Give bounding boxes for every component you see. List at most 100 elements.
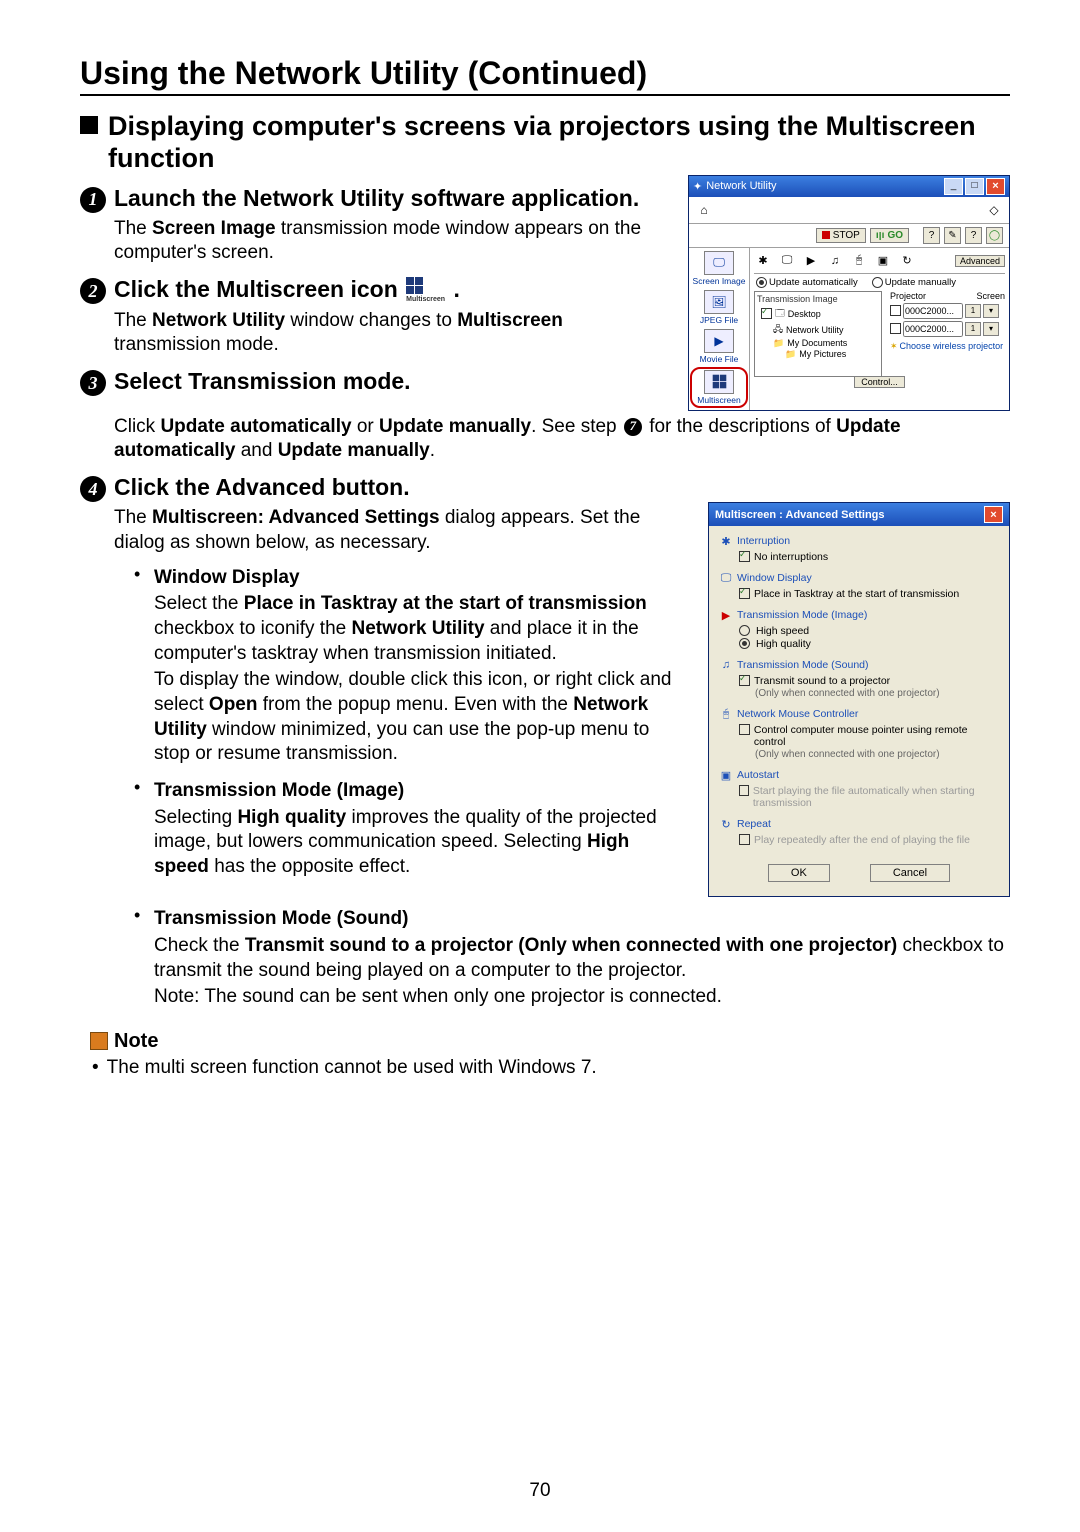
- place-in-tasktray-checkbox[interactable]: Place in Tasktray at the start of transm…: [739, 588, 999, 600]
- about-button[interactable]: ?: [965, 227, 982, 244]
- autostart-header: Autostart: [737, 769, 779, 781]
- repeat-icon: ↻: [719, 817, 733, 831]
- repeat-checkbox[interactable]: Play repeatedly after the end of playing…: [739, 834, 999, 846]
- sound-mode-icon: ♫: [719, 658, 733, 672]
- tool-icon-3[interactable]: ▶: [802, 252, 820, 270]
- app-small-icon: 🖧: [773, 322, 783, 338]
- high-speed-radio[interactable]: High speed: [739, 625, 999, 637]
- tool-icon-1[interactable]: ✱: [754, 252, 772, 270]
- screen-2-field[interactable]: 1: [965, 322, 981, 336]
- tool-icon-2[interactable]: 🖵: [778, 252, 796, 270]
- bullet-image-mode-title: Transmission Mode (Image): [154, 780, 404, 801]
- bullet-dot: •: [92, 1057, 99, 1079]
- bullet-dot: •: [134, 777, 144, 882]
- projector-row-1[interactable]: 1▾: [890, 303, 1005, 319]
- projector-1-field[interactable]: [903, 303, 963, 319]
- advanced-button-mini[interactable]: Advanced: [955, 255, 1005, 267]
- high-quality-radio[interactable]: High quality: [739, 638, 999, 650]
- movie-file-icon: ▶: [704, 329, 734, 353]
- jpeg-file-icon: 🖼: [704, 290, 734, 314]
- sidebar-item-jpeg-file[interactable]: 🖼 JPEG File: [692, 289, 746, 326]
- close-button[interactable]: ×: [986, 178, 1005, 195]
- minimize-button[interactable]: _: [944, 178, 963, 195]
- settings-button[interactable]: ✎: [944, 227, 961, 244]
- app-icon: ✦: [693, 180, 702, 193]
- bullet-sound-mode-title: Transmission Mode (Sound): [154, 908, 408, 929]
- step-4-title: Click the Advanced button.: [114, 474, 410, 502]
- network-utility-window: ✦ Network Utility _ □ × ⌂ ◇ STOP: [688, 175, 1010, 411]
- adv-close-button[interactable]: ×: [984, 506, 1003, 523]
- projector-2-field[interactable]: [903, 321, 963, 337]
- tool-icon-5[interactable]: 🖰: [850, 252, 868, 270]
- bullet-square-icon: [80, 116, 98, 134]
- transmit-sound-checkbox[interactable]: Transmit sound to a projector: [739, 675, 999, 687]
- bullet-image-mode-body: Selecting High quality improves the qual…: [154, 806, 688, 880]
- note-icon: [90, 1032, 108, 1050]
- step-4-intro: The Multiscreen: Advanced Settings dialo…: [114, 506, 688, 555]
- tool-icon-6[interactable]: ▣: [874, 252, 892, 270]
- bullet-dot: •: [134, 564, 144, 770]
- bullet-sound-mode-body1: Check the Transmit sound to a projector …: [154, 934, 1010, 983]
- nu-sidebar: 🖵 Screen Image 🖼 JPEG File ▶ Movie File: [689, 248, 750, 410]
- advanced-settings-dialog: Multiscreen : Advanced Settings × ✱Inter…: [708, 502, 1010, 897]
- mouse-icon: 🖰: [719, 707, 733, 721]
- control-button[interactable]: Control...: [854, 376, 905, 388]
- transmit-sound-sub: (Only when connected with one projector): [739, 688, 999, 699]
- step-1-icon: 1: [80, 187, 106, 213]
- nu-titlebar[interactable]: ✦ Network Utility _ □ ×: [689, 176, 1009, 197]
- step-1-title: Launch the Network Utility software appl…: [114, 185, 639, 213]
- image-mode-icon: ▶: [719, 608, 733, 622]
- interruption-header: Interruption: [737, 535, 790, 547]
- info-button[interactable]: ◯: [986, 227, 1003, 244]
- step-4-icon: 4: [80, 476, 106, 502]
- folder-icon: 🗔: [775, 306, 785, 322]
- home-icon[interactable]: ⌂: [695, 201, 713, 219]
- autostart-checkbox[interactable]: Start playing the file automatically whe…: [739, 785, 999, 809]
- section-heading: Displaying computer's screens via projec…: [108, 110, 1010, 175]
- sidebar-item-movie-file[interactable]: ▶ Movie File: [692, 328, 746, 365]
- sidebar-item-screen-image[interactable]: 🖵 Screen Image: [692, 250, 746, 287]
- step-3-body: Click Update automatically or Update man…: [114, 415, 1010, 464]
- projector-row-2[interactable]: 1▾: [890, 321, 1005, 337]
- step-2-title: Click the Multiscreen icon Multiscreen .: [114, 276, 460, 305]
- screen-2-dropdown[interactable]: ▾: [983, 322, 999, 336]
- tool-icon-4[interactable]: ♫: [826, 252, 844, 270]
- cancel-button[interactable]: Cancel: [870, 864, 950, 882]
- bullet-window-display-body1: Select the Place in Tasktray at the star…: [154, 592, 688, 666]
- screen-1-field[interactable]: 1: [965, 304, 981, 318]
- page-number: 70: [0, 1480, 1080, 1502]
- choose-wireless-link[interactable]: ✶ Choose wireless projector: [890, 341, 1005, 352]
- mouse-control-checkbox[interactable]: Control computer mouse pointer using rem…: [739, 724, 999, 748]
- go-icon: ıןı: [876, 230, 885, 241]
- go-button[interactable]: ıןı GO: [870, 228, 909, 243]
- wireless-icon: ✶: [890, 341, 898, 352]
- bullet-dot: •: [134, 905, 144, 1012]
- bullet-window-display-body2: To display the window, double click this…: [154, 668, 688, 767]
- screen-1-dropdown[interactable]: ▾: [983, 304, 999, 318]
- multiscreen-icon: Multiscreen: [406, 277, 445, 304]
- autostart-icon: ▣: [719, 768, 733, 782]
- sidebar-item-multiscreen[interactable]: Multiscreen: [690, 367, 748, 408]
- nu-title: Network Utility: [706, 180, 776, 192]
- stop-button[interactable]: STOP: [816, 228, 866, 243]
- update-auto-radio[interactable]: Update automatically: [756, 277, 858, 288]
- image-mode-header: Transmission Mode (Image): [737, 609, 867, 621]
- tool-icon-7[interactable]: ↻: [898, 252, 916, 270]
- screen-column-header: Screen: [976, 291, 1005, 301]
- multiscreen-side-icon: [704, 370, 734, 394]
- step-3-title: Select Transmission mode.: [114, 368, 411, 396]
- projector-icon[interactable]: ◇: [985, 201, 1003, 219]
- maximize-button[interactable]: □: [965, 178, 984, 195]
- no-interruptions-checkbox[interactable]: No interruptions: [739, 551, 999, 563]
- adv-titlebar[interactable]: Multiscreen : Advanced Settings ×: [709, 503, 1009, 526]
- mouse-header: Network Mouse Controller: [737, 708, 858, 720]
- note-item-1: The multi screen function cannot be used…: [107, 1057, 597, 1079]
- update-manual-radio[interactable]: Update manually: [872, 277, 956, 288]
- step-2-body: The Network Utility window changes to Mu…: [114, 309, 668, 358]
- stop-icon: [822, 231, 830, 239]
- step-1-body: The Screen Image transmission mode windo…: [114, 217, 668, 266]
- ok-button[interactable]: OK: [768, 864, 830, 882]
- help-button[interactable]: ?: [923, 227, 940, 244]
- sound-mode-header: Transmission Mode (Sound): [737, 659, 869, 671]
- transmission-image-tree[interactable]: Transmission Image 🗔Desktop 🖧Network Uti…: [754, 291, 882, 377]
